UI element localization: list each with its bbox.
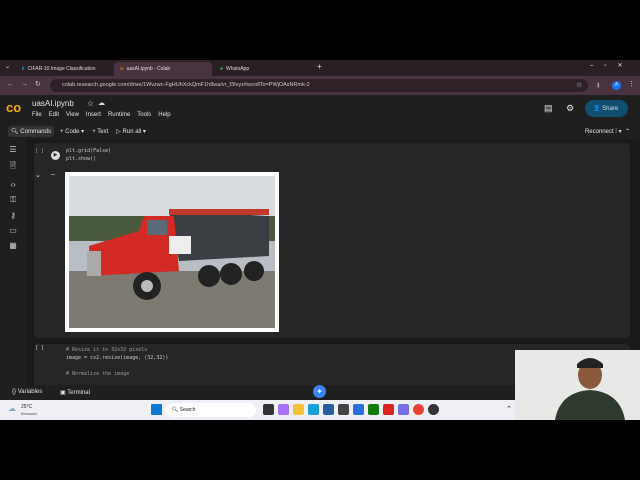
taskbar-apps — [261, 404, 441, 417]
new-tab-button[interactable]: + — [317, 62, 322, 71]
menu-file[interactable]: File — [32, 112, 42, 118]
text-label: Text — [97, 128, 109, 135]
code-line: image = cv2.resize(image, (32,32)) — [66, 355, 169, 361]
left-sidebar: ☰ 🗎 ‹› ⚿ ⚷ ▭ ▦ — [0, 139, 26, 385]
explorer-icon[interactable] — [293, 404, 304, 415]
download-icon[interactable]: ⭳ — [597, 81, 599, 92]
chrome-icon[interactable] — [413, 404, 424, 415]
weather-temp[interactable]: 25°C — [21, 404, 32, 410]
cell-code: # Resize it to 32x32 pixels image = cv2.r… — [66, 346, 168, 378]
share-button[interactable]: 👤 Share — [585, 100, 628, 117]
xbox-icon[interactable] — [368, 404, 379, 415]
cell-bracket: [ ] — [35, 148, 45, 154]
menu-icon[interactable]: ⋮ — [628, 80, 635, 88]
key-icon[interactable]: ⚷ — [0, 211, 26, 220]
tray-chevron-icon[interactable]: ⌃ — [506, 405, 512, 413]
webcam-person — [555, 358, 625, 420]
copilot-icon[interactable] — [278, 404, 289, 415]
menu-help[interactable]: Help — [158, 112, 170, 118]
code-cell[interactable]: [ ] ▶ plt.grid(False) plt.show() ⌄ – — [34, 143, 630, 338]
output-menu-icon[interactable]: – — [51, 171, 55, 178]
edge-icon[interactable] — [308, 404, 319, 415]
menu-bar: File Edit View Insert Runtime Tools Help — [32, 112, 171, 118]
secrets-icon[interactable]: ⚿ — [0, 195, 26, 205]
tab-list-icon[interactable]: ⌄ — [5, 63, 10, 70]
taskbar-search[interactable]: 🔍︎ Search — [166, 403, 256, 417]
code-label: Code — [65, 129, 80, 135]
tab-title: uasAI.ipynb - Colab — [126, 66, 171, 72]
code-comment: # Resize it to 32x32 pixels — [66, 347, 148, 353]
search-label: Search — [179, 407, 196, 413]
output-image — [65, 172, 279, 332]
browser-tab-bar: ⌄ k CIFAR-10 Image Classification ∞ uasAI.… — [0, 60, 640, 76]
terminal-label: Terminal — [67, 390, 90, 396]
wps-icon[interactable] — [383, 404, 394, 415]
profile-avatar[interactable]: A — [612, 81, 621, 90]
weather-icon: ☁ — [8, 404, 16, 413]
app-icon[interactable] — [398, 404, 409, 415]
run-all-button[interactable]: ▷ Run all ▾ — [116, 128, 146, 135]
reconnect-label: Reconnect — [584, 129, 614, 135]
variables-label: Variables — [17, 389, 43, 395]
colab-logo: co — [6, 100, 22, 115]
menu-tools[interactable]: Tools — [137, 112, 151, 118]
commands-label: Commands — [20, 129, 51, 135]
store-icon[interactable] — [323, 404, 334, 415]
star-icon[interactable]: ☆ — [576, 81, 582, 89]
menu-view[interactable]: View — [66, 112, 79, 118]
gear-icon[interactable]: ⚙ — [566, 103, 574, 114]
drive-icon[interactable]: ☁ — [98, 99, 105, 107]
tab-colab[interactable]: ∞ uasAI.ipynb - Colab — [114, 62, 212, 76]
toc-icon[interactable]: ☰ — [0, 145, 26, 154]
truck-photo — [69, 176, 275, 328]
start-button[interactable] — [151, 404, 162, 415]
webcam-overlay — [515, 350, 640, 420]
commands-button[interactable]: 🔍︎ Commands — [8, 126, 54, 137]
notebook-area: [ ] ▶ plt.grid(False) plt.show() ⌄ – [ ] … — [26, 139, 640, 389]
address-bar-row: ←→↻ colab.research.google.com/drive/1Wvz… — [0, 76, 640, 95]
comments-icon[interactable]: ▤ — [544, 103, 553, 114]
code-line: plt.show() — [66, 156, 97, 162]
url-field[interactable]: colab.research.google.com/drive/1Wvzwc-F… — [50, 79, 588, 92]
app-icon[interactable] — [428, 404, 439, 415]
find-icon[interactable]: 🗎 — [0, 160, 26, 174]
window-controls[interactable]: –▫✕ — [590, 62, 634, 69]
code-line: plt.grid(False) — [66, 148, 112, 154]
colab-toolbar: 🔍︎ Commands + Code ▾ + Text ▷ Run all ▾ … — [0, 124, 640, 139]
app-icon[interactable] — [353, 404, 364, 415]
tab-whatsapp[interactable]: ● WhatsApp — [214, 62, 312, 76]
tab-title: WhatsApp — [226, 66, 250, 72]
variables-button[interactable]: {} Variables — [12, 389, 42, 395]
cell-bracket: [ ] — [35, 345, 45, 351]
weather-status: Berawan — [21, 411, 37, 416]
star-icon[interactable]: ☆ — [87, 99, 94, 108]
run-cell-button[interactable]: ▶ — [51, 151, 60, 160]
code-snippets-icon[interactable]: ‹› — [0, 180, 26, 189]
terminal-button[interactable]: ▣ Terminal — [60, 389, 90, 396]
tab-cifar[interactable]: k CIFAR-10 Image Classification — [16, 62, 112, 76]
app-icon[interactable] — [338, 404, 349, 415]
menu-edit[interactable]: Edit — [49, 112, 59, 118]
share-label: Share — [602, 106, 619, 112]
colab-header: co uasAI.ipynb ☆ ☁ File Edit View Insert… — [0, 95, 640, 124]
gemini-button[interactable]: ✦ — [313, 385, 326, 398]
menu-insert[interactable]: Insert — [86, 112, 101, 118]
terminal-icon[interactable]: ▦ — [0, 241, 26, 250]
cell-code: plt.grid(False) plt.show() — [66, 147, 111, 163]
code-comment: # Normalize the image — [66, 371, 130, 377]
folder-icon[interactable]: ▭ — [0, 226, 26, 235]
add-code-button[interactable]: + Code ▾ — [60, 128, 84, 135]
run-all-label: Run all — [122, 129, 142, 135]
taskview-icon[interactable] — [263, 404, 274, 415]
nav-buttons[interactable]: ←→↻ — [7, 80, 48, 88]
url-text: colab.research.google.com/drive/1Wvzwc-F… — [62, 82, 310, 88]
tab-title: CIFAR-10 Image Classification — [27, 66, 96, 72]
add-text-button[interactable]: + Text — [92, 129, 108, 135]
notebook-title[interactable]: uasAI.ipynb — [32, 99, 74, 108]
menu-runtime[interactable]: Runtime — [108, 112, 130, 118]
reconnect-button[interactable]: Reconnect ⁞ ▾ ⌃ — [585, 128, 630, 135]
collapse-output-icon[interactable]: ⌄ — [35, 171, 41, 179]
